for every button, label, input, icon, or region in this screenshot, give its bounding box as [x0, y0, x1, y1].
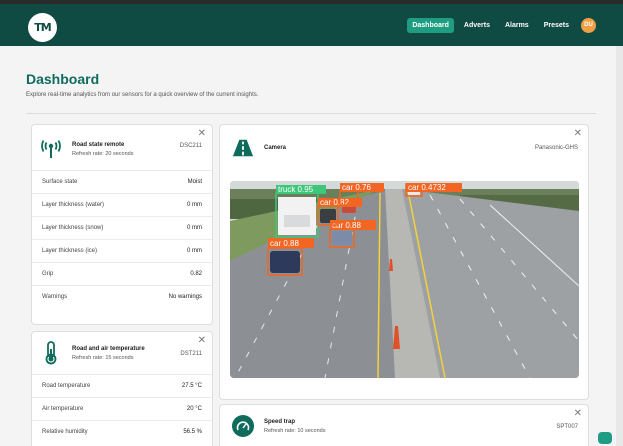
close-icon[interactable]: ✕	[574, 408, 582, 419]
detection-label: car 0.4732	[408, 183, 446, 192]
refresh-rate: Refresh rate: 20 seconds	[72, 150, 134, 157]
page-description: Explore real-time analytics from our sen…	[26, 92, 259, 98]
card-header: Road state remote Refresh rate: 20 secon…	[32, 138, 141, 160]
thermometer-icon	[40, 341, 62, 365]
table-row: Layer thickness (ice) 0 mm	[32, 239, 212, 262]
refresh-rate: Refresh rate: 10 seconds	[264, 427, 326, 434]
page-title: Dashboard	[26, 71, 100, 87]
table-row: Grip 0.82	[32, 262, 212, 285]
close-icon[interactable]: ✕	[574, 128, 582, 139]
user-avatar[interactable]: DU	[581, 18, 596, 33]
row-value: 56.5 %	[183, 429, 202, 435]
camera-card: ✕ Camera Panasonic-GHS truck 0.95 car 0.…	[219, 124, 589, 400]
app-logo[interactable]: TM	[28, 13, 57, 42]
sensor-rows: Surface state Moist Layer thickness (wate…	[32, 170, 212, 308]
camera-feed[interactable]: truck 0.95 car 0.88 car 0.88 car 0.82 ca…	[230, 181, 579, 378]
row-label: Air temperature	[42, 406, 84, 412]
road-temperature-card: ✕ Road and air temperature Refresh rate:…	[31, 331, 213, 446]
card-title: Road state remote	[72, 141, 125, 148]
close-icon[interactable]: ✕	[198, 335, 206, 346]
nav-menu: Dashboard Adverts Alarms Presets DU	[407, 18, 596, 33]
row-value: 0 mm	[187, 202, 202, 208]
speed-trap-card: ✕ Speed trap Refresh rate: 10 seconds SP…	[219, 404, 589, 446]
camera-model: Panasonic-GHS	[534, 145, 578, 151]
card-title: Road and air temperature	[72, 345, 145, 352]
table-row: Air temperature 20 °C	[32, 397, 212, 420]
table-row: Layer thickness (water) 0 mm	[32, 193, 212, 216]
table-row: Relative humidity 56.5 %	[32, 420, 212, 443]
close-icon[interactable]: ✕	[198, 128, 206, 139]
row-value: 27.5 °C	[181, 383, 202, 389]
row-label: Relative humidity	[42, 429, 88, 435]
table-row: Warnings No warnings	[32, 285, 212, 308]
card-header: Road and air temperature Refresh rate: 1…	[32, 341, 153, 365]
row-value: 0 mm	[187, 248, 202, 254]
row-label: Warnings	[42, 294, 68, 300]
road-icon	[232, 137, 254, 159]
row-value: 0.82	[190, 271, 202, 277]
chat-icon[interactable]	[598, 432, 612, 444]
nav-item-presets[interactable]: Presets	[539, 18, 574, 33]
nav-item-dashboard[interactable]: Dashboard	[407, 18, 454, 33]
table-row: Road temperature 27.5 °C	[32, 374, 212, 397]
highway-camera-image: truck 0.95 car 0.88 car 0.88 car 0.82 ca…	[230, 181, 579, 378]
card-header: Camera	[224, 137, 294, 159]
card-title: Camera	[264, 145, 287, 151]
page-scrollbar[interactable]	[616, 46, 623, 446]
row-label: Layer thickness (snow)	[42, 225, 104, 231]
detection-label: car 0.88	[270, 239, 299, 248]
sensor-code: SPT007	[556, 424, 578, 430]
row-label: Layer thickness (ice)	[42, 248, 98, 254]
detection-label: car 0.76	[342, 183, 371, 192]
header-divider	[26, 113, 596, 114]
refresh-rate: Refresh rate: 15 seconds	[72, 354, 134, 361]
row-value: 20 °C	[186, 406, 202, 412]
top-navbar: TM Dashboard Adverts Alarms Presets DU	[0, 4, 623, 46]
row-value: 0 mm	[187, 225, 202, 231]
table-row: Surface state Moist	[32, 170, 212, 193]
row-label: Road temperature	[42, 383, 91, 389]
antenna-icon	[40, 138, 62, 160]
nav-item-alarms[interactable]: Alarms	[500, 18, 534, 33]
sensor-rows: Road temperature 27.5 °C Air temperature 2…	[32, 374, 212, 443]
sensor-code: DST211	[180, 351, 202, 357]
row-value: No warnings	[168, 294, 202, 300]
card-title: Speed trap	[264, 418, 296, 425]
row-value: Moist	[187, 179, 202, 185]
road-state-card: ✕ Road state remote Refresh rate: 20 sec…	[31, 124, 213, 325]
detection-label: truck 0.95	[278, 185, 314, 194]
nav-item-adverts[interactable]: Adverts	[459, 18, 495, 33]
row-label: Grip	[42, 271, 54, 277]
speedometer-icon	[232, 415, 254, 437]
row-label: Surface state	[42, 179, 78, 185]
row-label: Layer thickness (water)	[42, 202, 105, 208]
sensor-code: DSC211	[179, 143, 202, 149]
table-row: Layer thickness (snow) 0 mm	[32, 216, 212, 239]
card-header: Speed trap Refresh rate: 10 seconds	[224, 415, 333, 437]
